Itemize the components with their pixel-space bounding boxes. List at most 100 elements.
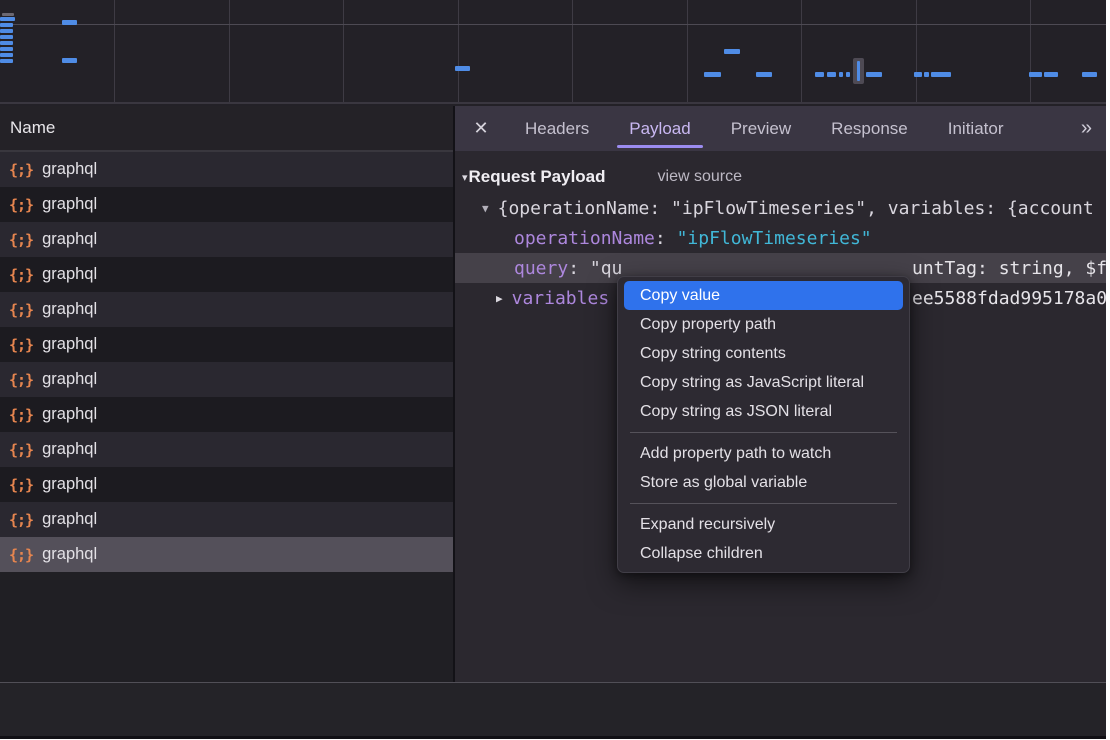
request-name: graphql <box>42 440 97 459</box>
timeline-request-bar <box>0 41 13 45</box>
request-row-graphql[interactable]: {;}graphql <box>0 257 453 292</box>
json-value-fragment-right: ee5588fdad995178a0 <box>912 283 1106 313</box>
timeline-request-bar <box>0 53 13 57</box>
overview-gridline <box>572 0 573 102</box>
overview-gridline <box>687 0 688 102</box>
timeline-request-bar <box>455 66 470 71</box>
detail-tabbar: ✕ HeadersPayloadPreviewResponseInitiator… <box>455 106 1106 151</box>
timeline-request-bar <box>924 72 929 77</box>
request-name: graphql <box>42 300 97 319</box>
timeline-request-bar <box>846 72 850 77</box>
request-payload-header: ▾ Request Payload view source <box>455 151 1106 193</box>
request-name: graphql <box>42 370 97 389</box>
json-prop-operationName[interactable]: operationName: "ipFlowTimeseries" <box>455 223 1106 253</box>
expand-triangle-icon[interactable]: ▶ <box>496 292 503 305</box>
request-row-graphql[interactable]: {;}graphql <box>0 187 453 222</box>
window-bottom-edge <box>0 736 1106 739</box>
tab-headers[interactable]: Headers <box>505 106 609 151</box>
request-row-graphql[interactable]: {;}graphql <box>0 537 453 572</box>
context-menu-item-copy-string-contents[interactable]: Copy string contents <box>624 339 903 368</box>
overview-horizontal-gridline <box>0 24 1106 25</box>
timeline-request-bar <box>1029 72 1042 77</box>
request-row-graphql[interactable]: {;} graphql <box>0 397 453 432</box>
timeline-request-bar <box>914 72 922 77</box>
section-collapse-icon[interactable]: ▾ <box>462 171 468 184</box>
request-row-graphql[interactable]: {;}graphql <box>0 222 453 257</box>
json-key: operationName <box>514 228 655 249</box>
request-name: graphql <box>42 405 97 424</box>
request-name: graphql <box>42 230 97 249</box>
section-title: Request Payload <box>469 167 606 187</box>
close-icon[interactable]: ✕ <box>469 117 493 141</box>
expand-triangle-icon[interactable]: ▼ <box>482 202 489 215</box>
context-menu-item-copy-value[interactable]: Copy value <box>624 281 903 310</box>
overview-gridline <box>458 0 459 102</box>
timeline-request-bar <box>724 49 740 54</box>
json-request-icon: {;} <box>9 301 33 319</box>
timeline-request-bar <box>0 35 13 39</box>
json-request-icon: {;} <box>9 511 33 529</box>
context-menu-item-copy-string-as-javascript-literal[interactable]: Copy string as JavaScript literal <box>624 368 903 397</box>
json-key: variables <box>512 288 610 309</box>
json-request-icon: {;} <box>9 441 33 459</box>
overview-gridline <box>801 0 802 102</box>
request-row-graphql[interactable]: {;} graphql <box>0 292 453 327</box>
timeline-request-bar <box>1082 72 1097 77</box>
context-menu-item-copy-property-path[interactable]: Copy property path <box>624 310 903 339</box>
view-source-link[interactable]: view source <box>658 168 742 186</box>
json-request-icon: {;} <box>9 546 33 564</box>
timeline-request-bar <box>815 72 824 77</box>
request-row-graphql[interactable]: {;}graphql <box>0 152 453 187</box>
request-row-graphql[interactable]: {;}graphql <box>0 327 453 362</box>
tab-payload[interactable]: Payload <box>609 106 710 151</box>
json-request-icon: {;} <box>9 371 33 389</box>
json-separator: : <box>655 228 677 249</box>
context-menu-item-store-as-global-variable[interactable]: Store as global variable <box>624 468 903 497</box>
name-column-header[interactable]: Name <box>0 106 453 152</box>
timeline-request-bar <box>0 47 13 51</box>
timeline-request-bar <box>0 17 15 21</box>
context-menu-separator <box>630 432 897 433</box>
json-request-icon: {;} <box>9 266 33 284</box>
timeline-request-bar <box>931 72 951 77</box>
statusbar <box>0 683 1106 736</box>
timeline-request-bar <box>62 58 77 63</box>
overview-gridline <box>916 0 917 102</box>
tab-preview[interactable]: Preview <box>711 106 811 151</box>
json-root-row[interactable]: ▼ {operationName: "ipFlowTimeseries", va… <box>455 193 1106 223</box>
timeline-request-bar <box>756 72 772 77</box>
context-menu-item-copy-string-as-json-literal[interactable]: Copy string as JSON literal <box>624 397 903 426</box>
timeline-request-bar <box>62 20 77 25</box>
timeline-request-bar <box>1044 72 1058 77</box>
timeline-request-bar <box>2 13 14 16</box>
json-request-icon: {;} <box>9 476 33 494</box>
devtools-window: Name {;} graphql {;} graphql {;} graphql {;} gr… <box>0 0 1106 739</box>
request-name: graphql <box>42 195 97 214</box>
timeline-request-bar <box>0 29 13 33</box>
tab-response[interactable]: Response <box>811 106 928 151</box>
timeline-request-bar <box>0 59 13 63</box>
overview-gridline <box>229 0 230 102</box>
json-value-fragment-right: untTag: string, $f <box>912 253 1106 283</box>
context-menu-item-expand-recursively[interactable]: Expand recursively <box>624 510 903 539</box>
tab-initiator[interactable]: Initiator <box>928 106 1024 151</box>
json-value-fragment-left: "qu <box>590 258 623 279</box>
json-string-value: "ipFlowTimeseries" <box>677 228 872 249</box>
request-name: graphql <box>42 510 97 529</box>
context-menu-item-collapse-children[interactable]: Collapse children <box>624 539 903 568</box>
network-overview-timeline[interactable] <box>0 0 1106 104</box>
json-key: query <box>514 258 568 279</box>
json-root-preview: {operationName: "ipFlowTimeseries", vari… <box>498 198 1094 219</box>
request-row-graphql[interactable]: {;} graphql <box>0 432 453 467</box>
context-menu-item-add-property-path-to-watch[interactable]: Add property path to watch <box>624 439 903 468</box>
request-row-graphql[interactable]: {;} graphql <box>0 502 453 537</box>
json-separator: : <box>568 258 590 279</box>
json-request-icon: {;} <box>9 406 33 424</box>
timeline-hover-bar <box>857 61 860 81</box>
overview-gridline <box>343 0 344 102</box>
more-tabs-icon[interactable]: » <box>1081 117 1092 140</box>
request-row-graphql[interactable]: {;}graphql <box>0 467 453 502</box>
json-request-icon: {;} <box>9 336 33 354</box>
timeline-request-bar <box>839 72 843 77</box>
request-row-graphql[interactable]: {;} graphql <box>0 362 453 397</box>
